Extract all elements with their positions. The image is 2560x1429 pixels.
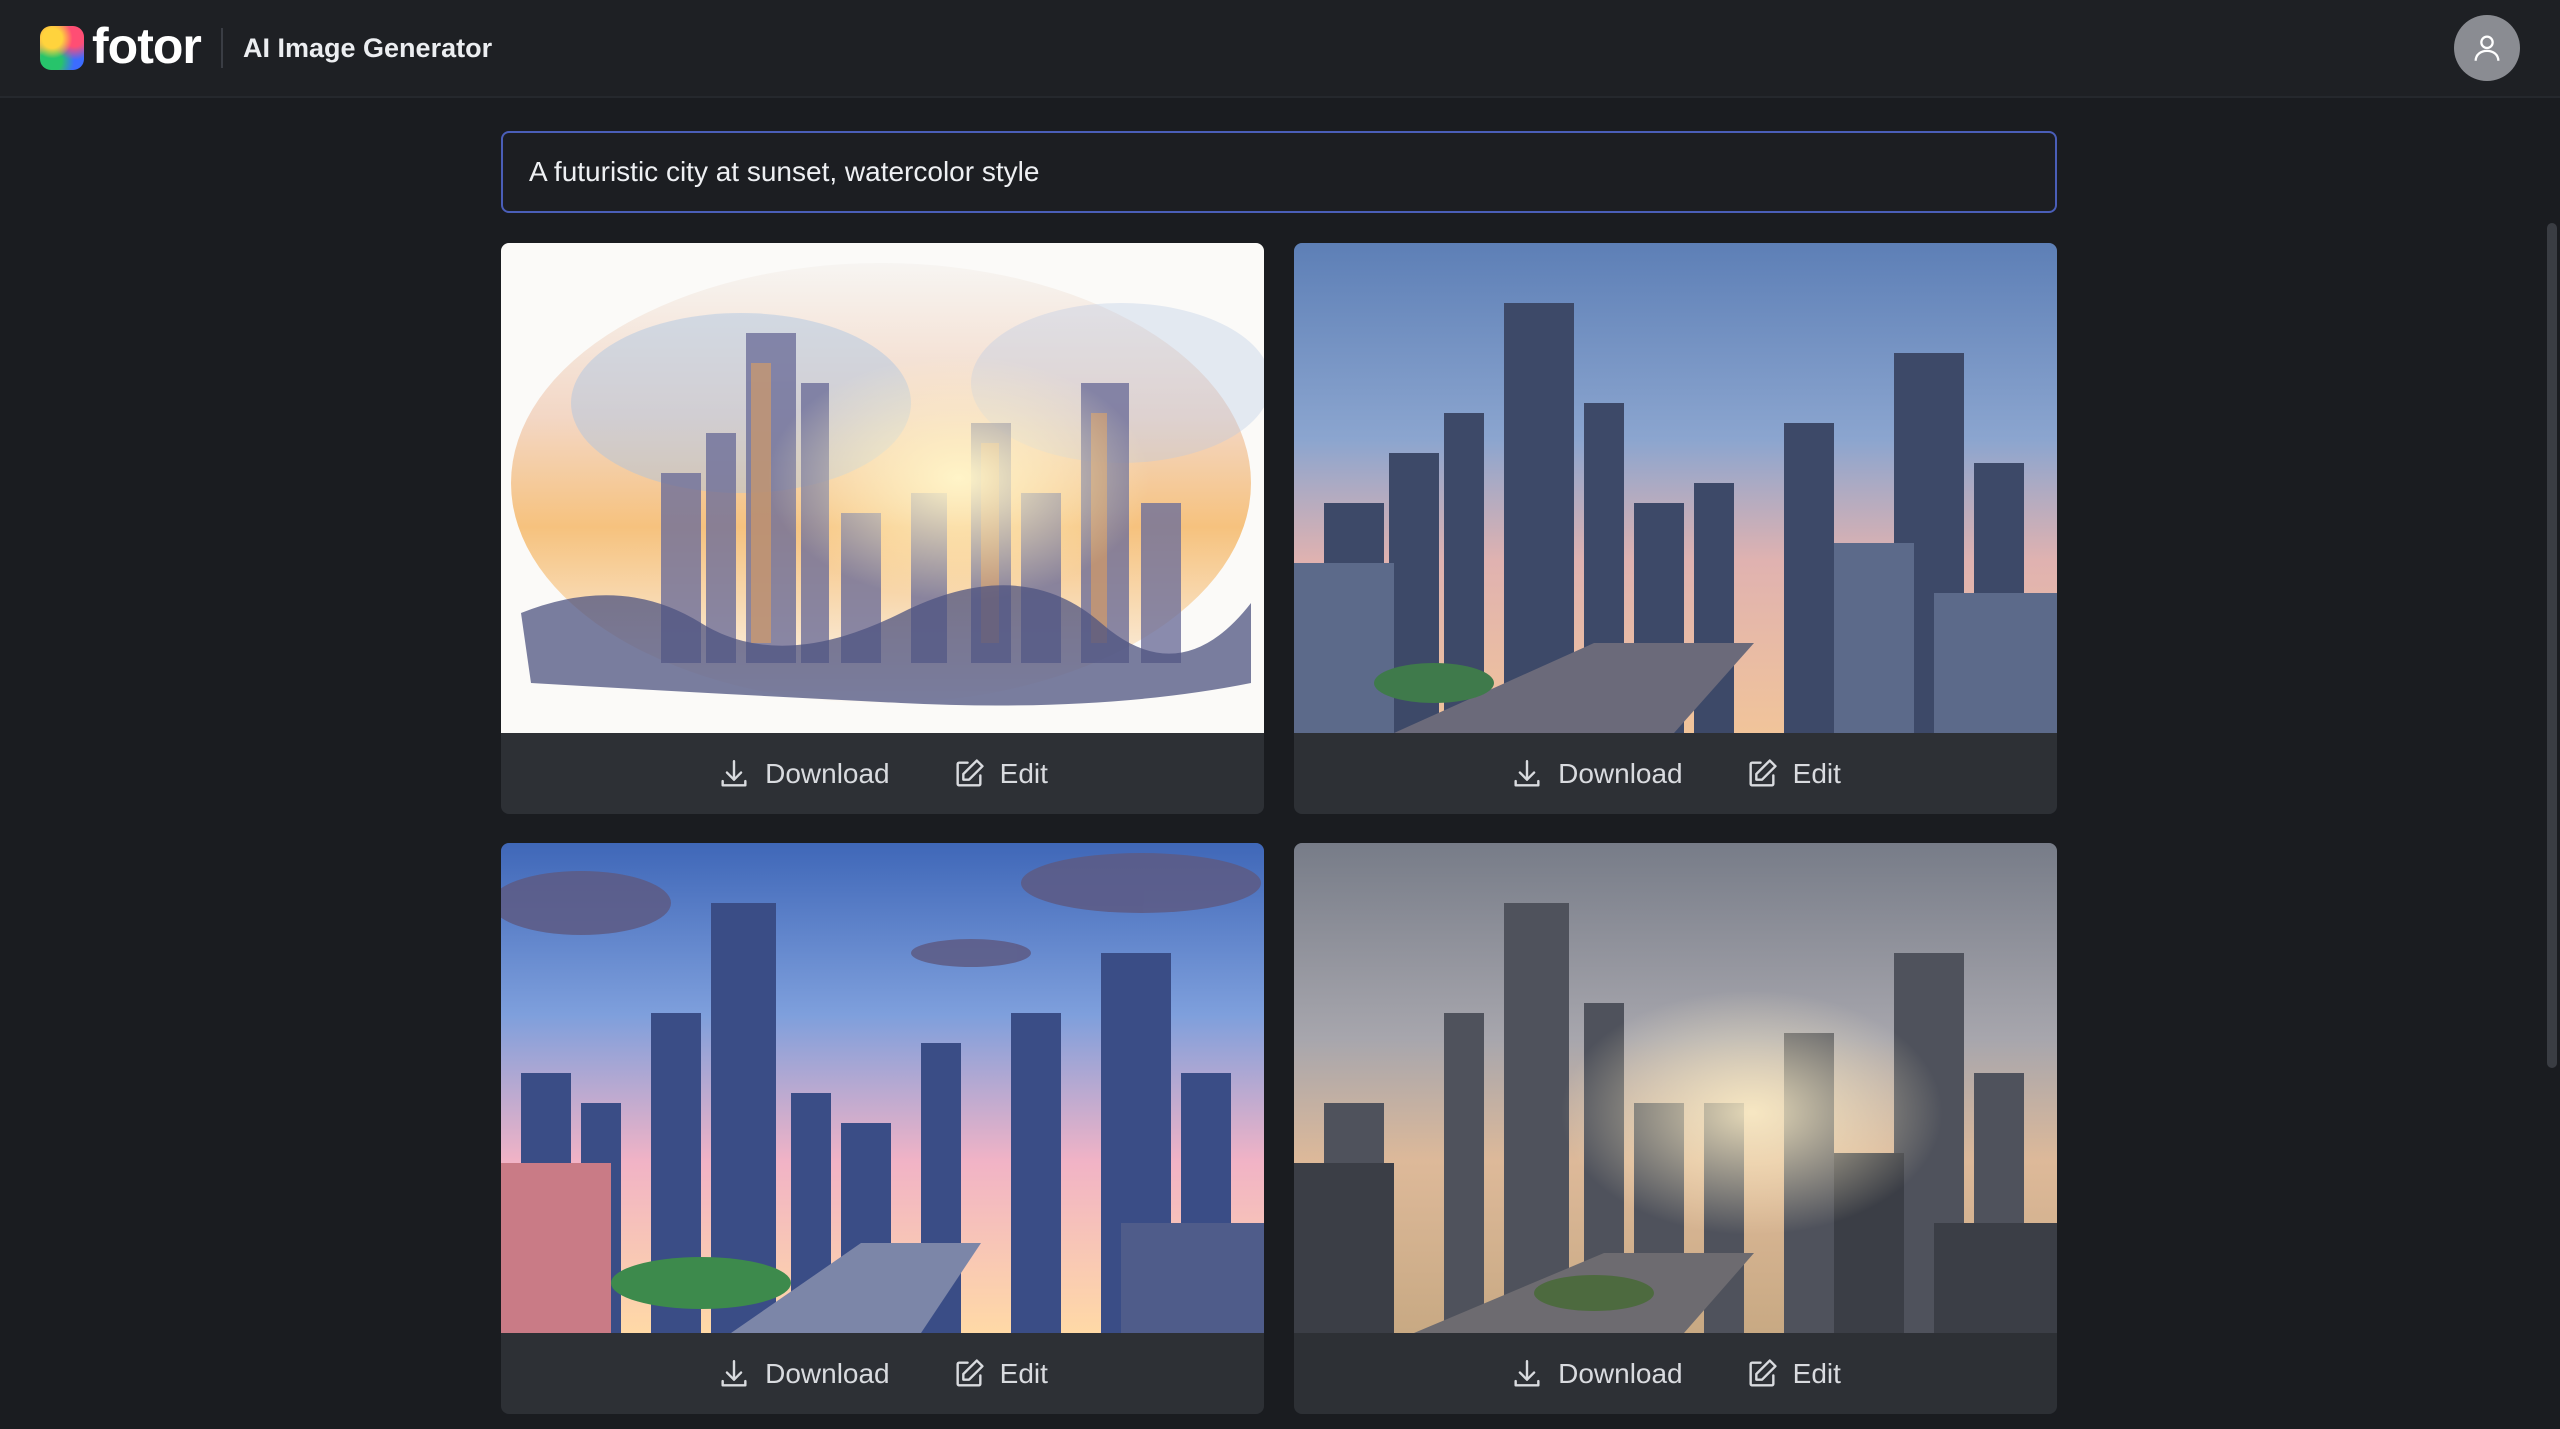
result-card: Download Edit [501,243,1264,814]
edit-icon [1749,1358,1777,1387]
scrollbar[interactable] [2544,98,2560,1429]
download-icon [1514,759,1540,787]
edit-button[interactable]: Edit [952,757,1048,791]
download-button[interactable]: Download [717,757,890,791]
prompt-input[interactable] [503,133,2055,211]
download-icon [721,759,747,787]
download-label: Download [765,757,890,789]
download-button[interactable]: Download [1510,757,1683,791]
download-label: Download [1558,757,1683,789]
fotor-logo-icon[interactable] [40,26,84,70]
edit-label: Edit [999,1357,1048,1389]
edit-button[interactable]: Edit [1745,757,1841,791]
generated-image[interactable] [501,243,1264,733]
header-divider [221,28,223,68]
download-label: Download [1558,1357,1683,1389]
scrollbar-thumb[interactable] [2547,223,2557,1068]
result-card: Download Edit [1294,243,2057,814]
card-actions: Download Edit [501,733,1264,814]
card-actions: Download Edit [1294,1333,2057,1414]
generated-image[interactable] [1294,843,2057,1333]
generated-image[interactable] [1294,243,2057,733]
app-title: AI Image Generator [243,33,493,63]
download-label: Download [765,1357,890,1389]
download-icon [1514,1359,1540,1387]
prompt-field[interactable] [501,131,2057,213]
edit-icon [956,758,984,787]
edit-icon [1749,758,1777,787]
download-button[interactable]: Download [717,1357,890,1391]
card-actions: Download Edit [501,1333,1264,1414]
download-button[interactable]: Download [1510,1357,1683,1391]
result-card: Download Edit [1294,843,2057,1414]
edit-label: Edit [1792,757,1841,789]
result-card: Download Edit [501,843,1264,1414]
edit-icon [956,1358,984,1387]
user-avatar-button[interactable] [2454,15,2520,81]
card-actions: Download Edit [1294,733,2057,814]
top-bar: fotor AI Image Generator [0,0,2560,98]
edit-label: Edit [1792,1357,1841,1389]
download-icon [721,1359,747,1387]
logo-text[interactable]: fotor [92,14,202,78]
user-icon [2474,35,2500,61]
edit-label: Edit [999,757,1048,789]
generated-image[interactable] [501,843,1264,1333]
edit-button[interactable]: Edit [952,1357,1048,1391]
edit-button[interactable]: Edit [1745,1357,1841,1391]
